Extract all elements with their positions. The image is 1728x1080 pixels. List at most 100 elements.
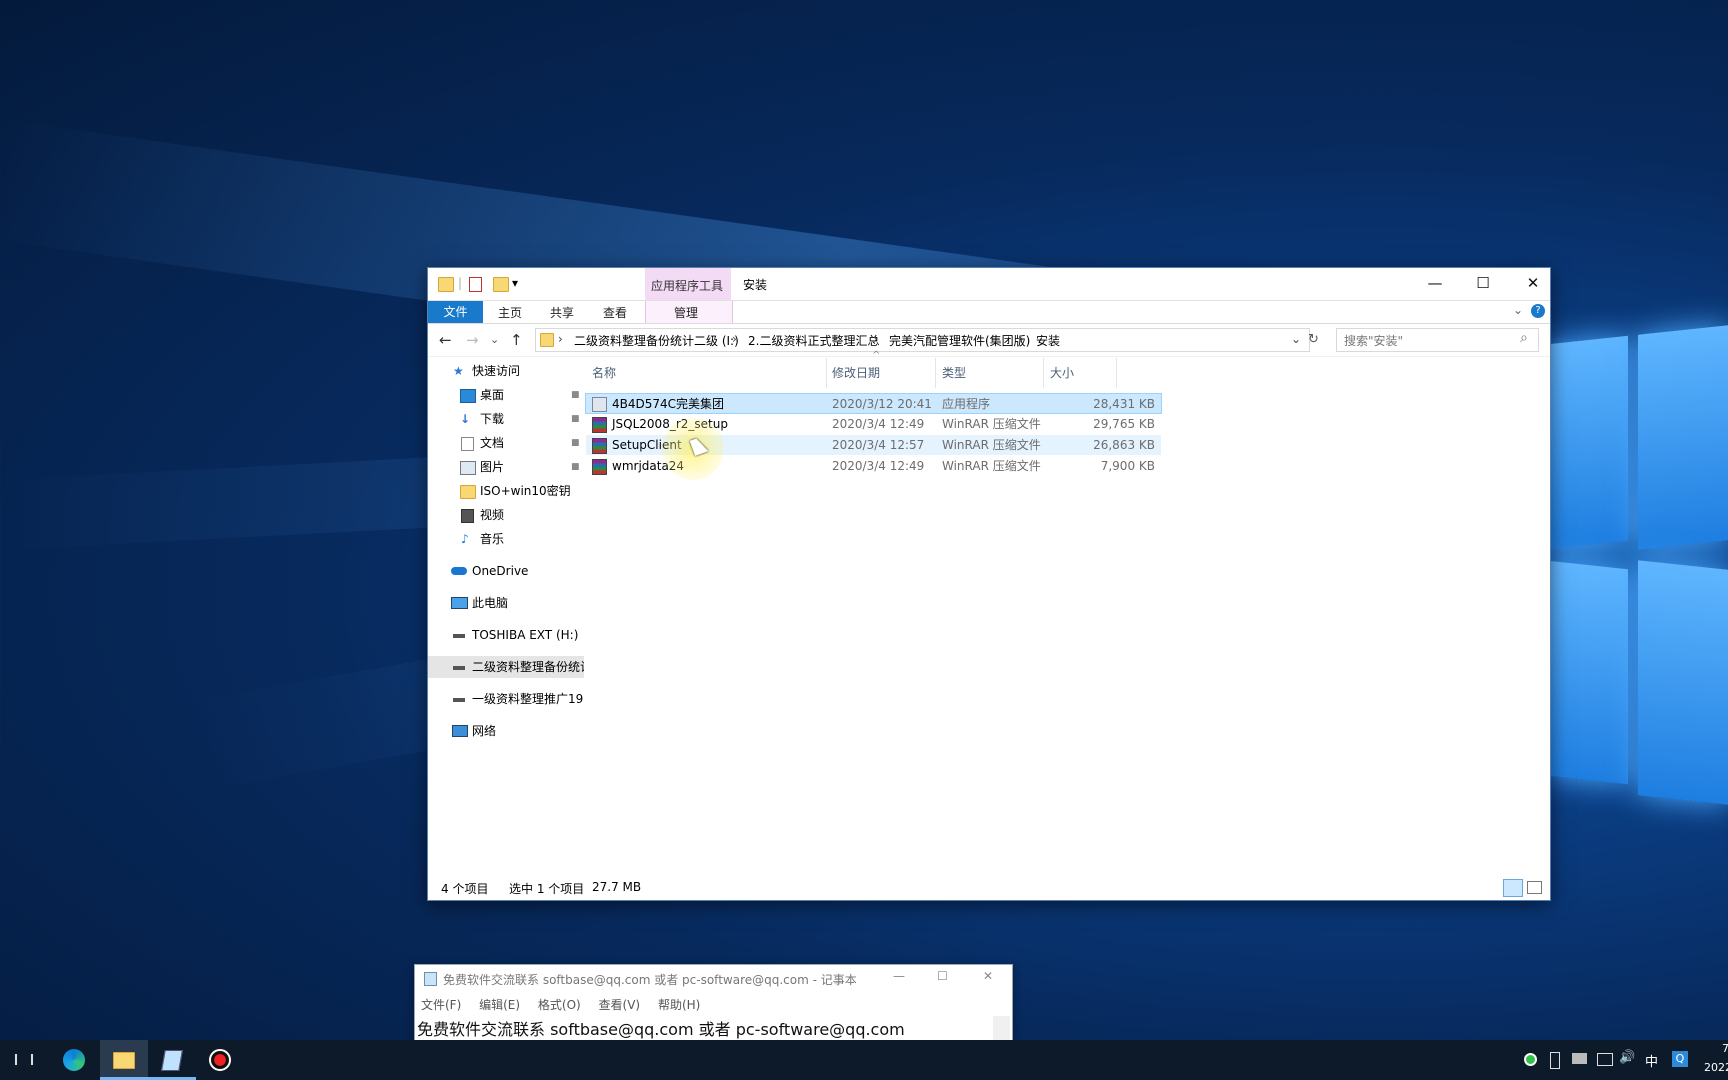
up-button[interactable]: ↑ (510, 331, 523, 349)
column-header-date[interactable]: 修改日期 (832, 364, 880, 381)
breadcrumb-item[interactable]: 安装 (1036, 332, 1060, 349)
sidebar-item-label: ISO+win10密钥 (480, 484, 571, 498)
notepad-text-area[interactable]: 免费软件交流联系 softbase@qq.com 或者 pc-software@… (417, 1016, 987, 1040)
usb-icon[interactable] (1550, 1052, 1560, 1069)
sidebar-item-label: 文档 (480, 436, 505, 450)
sidebar-item-level1-drive[interactable]: 一级资料整理推广19 (428, 688, 584, 710)
sidebar-item-this-pc[interactable]: 此电脑 (428, 592, 584, 614)
tab-manage[interactable]: 管理 (674, 304, 698, 321)
file-explorer-taskbar-button[interactable] (100, 1040, 148, 1080)
pin-icon: ■ (571, 462, 580, 472)
sidebar-item-iso-folder[interactable]: ISO+win10密钥 (428, 480, 584, 502)
clock-date[interactable]: 2022 (1704, 1061, 1728, 1074)
menu-view[interactable]: 查看(V) (599, 998, 641, 1012)
ribbon-tabs: 文件 主页 共享 查看 管理 ⌄ ? (428, 301, 1550, 324)
windows-logo (1528, 325, 1728, 810)
quick-access-toolbar: | (458, 276, 463, 290)
sidebar-item-network[interactable]: 网络 (428, 720, 584, 742)
qq-icon[interactable]: Q (1672, 1051, 1688, 1067)
column-header-name[interactable]: 名称 (592, 364, 616, 381)
tab-home[interactable]: 主页 (498, 304, 522, 321)
breadcrumb-item[interactable]: 完美汽配管理软件(集团版) (889, 332, 1030, 349)
file-name: 4B4D574C完美集团 (612, 397, 725, 411)
record-icon (209, 1049, 231, 1071)
breadcrumb[interactable]: › 二级资料整理备份统计二级 (I:) › 2.二级资料正式整理汇总 › 完美汽… (535, 328, 1310, 352)
file-explorer-window: | ▾ 应用程序工具 安装 — ☐ ✕ 文件 主页 共享 查看 管理 ⌄ ? ←… (427, 267, 1551, 901)
task-view-button[interactable] (0, 1040, 48, 1080)
notepad-close-button[interactable]: ✕ (983, 969, 993, 983)
notepad-title: 免费软件交流联系 softbase@qq.com 或者 pc-software@… (443, 973, 857, 987)
tray-green-icon[interactable] (1524, 1053, 1537, 1066)
search-input[interactable]: 搜索"安装" ⌕ (1336, 328, 1539, 352)
file-row[interactable]: 4B4D574C完美集团 2020/3/12 20:41 应用程序 28,431… (585, 393, 1162, 414)
menu-format[interactable]: 格式(O) (538, 998, 581, 1012)
tray-app-icon[interactable] (1572, 1053, 1587, 1064)
file-size: 7,900 KB (1100, 459, 1155, 473)
close-button[interactable]: ✕ (1518, 274, 1548, 292)
sidebar-item-documents[interactable]: 文档 ■ (428, 432, 584, 454)
search-icon: ⌕ (1520, 330, 1528, 346)
folder-icon (460, 485, 476, 499)
volume-icon[interactable]: 🔊 (1619, 1050, 1635, 1065)
notepad-taskbar-button[interactable] (148, 1040, 196, 1080)
maximize-button[interactable]: ☐ (1468, 274, 1498, 292)
ime-indicator[interactable]: 中 (1645, 1051, 1658, 1070)
sidebar-item-toshiba-drive[interactable]: TOSHIBA EXT (H:) (428, 624, 584, 646)
navigation-pane: ★ 快速访问 桌面 ■ ↓ 下载 ■ 文档 ■ 图片 ■ ISO+win10密钥 (428, 358, 584, 842)
address-dropdown-button[interactable]: ⌄ (1291, 332, 1301, 346)
sidebar-item-quick-access[interactable]: ★ 快速访问 (428, 360, 584, 382)
column-divider (1043, 358, 1044, 388)
folder-icon (438, 277, 454, 292)
large-icons-view-button[interactable] (1527, 881, 1542, 894)
breadcrumb-item[interactable]: 二级资料整理备份统计二级 (I:) (574, 332, 739, 349)
file-date: 2020/3/12 20:41 (832, 397, 932, 411)
notepad-minimize-button[interactable]: — (893, 969, 905, 983)
file-type: WinRAR 压缩文件 (942, 459, 1041, 473)
sidebar-item-desktop[interactable]: 桌面 ■ (428, 384, 584, 406)
back-button[interactable]: ← (439, 331, 452, 349)
file-type: WinRAR 压缩文件 (942, 417, 1041, 431)
breadcrumb-item[interactable]: 2.二级资料正式整理汇总 (748, 332, 879, 349)
forward-button[interactable]: → (466, 331, 479, 349)
sidebar-item-label: 二级资料整理备份统计 (472, 660, 584, 674)
drive-icon (453, 698, 465, 702)
recent-locations-button[interactable]: ⌄ (490, 333, 499, 346)
menu-edit[interactable]: 编辑(E) (479, 998, 520, 1012)
sidebar-item-pictures[interactable]: 图片 ■ (428, 456, 584, 478)
sidebar-item-level2-drive[interactable]: 二级资料整理备份统计 (428, 656, 584, 678)
menu-file[interactable]: 文件(F) (421, 998, 461, 1012)
sidebar-item-videos[interactable]: 视频 (428, 504, 584, 526)
sidebar-item-onedrive[interactable]: OneDrive (428, 560, 584, 582)
address-bar-row: ← → ⌄ ↑ › 二级资料整理备份统计二级 (I:) › 2.二级资料正式整理… (428, 324, 1550, 357)
network-icon[interactable] (1597, 1053, 1613, 1066)
ribbon-toggle-button[interactable]: ⌄ (1513, 303, 1523, 317)
clock-time[interactable]: 7 (1722, 1042, 1728, 1055)
recorder-taskbar-button[interactable] (198, 1040, 246, 1080)
refresh-button[interactable]: ↻ (1308, 332, 1319, 347)
properties-icon[interactable] (469, 277, 482, 292)
quick-access-dropdown[interactable]: ▾ (512, 276, 518, 290)
item-count: 4 个项目 (441, 882, 489, 896)
sidebar-item-label: TOSHIBA EXT (H:) (472, 628, 579, 642)
winrar-icon (592, 417, 607, 433)
window-title: 安装 (743, 278, 768, 292)
computer-icon (451, 597, 468, 609)
sidebar-item-music[interactable]: ♪ 音乐 (428, 528, 584, 550)
notepad-maximize-button[interactable]: ☐ (937, 969, 948, 983)
column-header-type[interactable]: 类型 (942, 364, 966, 381)
tab-view[interactable]: 查看 (603, 304, 627, 321)
sidebar-item-downloads[interactable]: ↓ 下载 ■ (428, 408, 584, 430)
minimize-button[interactable]: — (1420, 274, 1450, 292)
menu-help[interactable]: 帮助(H) (658, 998, 700, 1012)
network-icon (452, 725, 468, 737)
pin-icon: ■ (571, 414, 580, 424)
details-view-button[interactable] (1503, 879, 1523, 897)
notepad-scrollbar[interactable] (993, 1016, 1010, 1040)
edge-button[interactable] (52, 1040, 100, 1080)
help-icon[interactable]: ? (1531, 304, 1545, 318)
tab-file[interactable]: 文件 (428, 301, 483, 323)
sidebar-item-label: OneDrive (472, 564, 529, 578)
tab-share[interactable]: 共享 (550, 304, 574, 321)
new-folder-icon[interactable] (493, 277, 509, 292)
column-header-size[interactable]: 大小 (1050, 364, 1074, 381)
